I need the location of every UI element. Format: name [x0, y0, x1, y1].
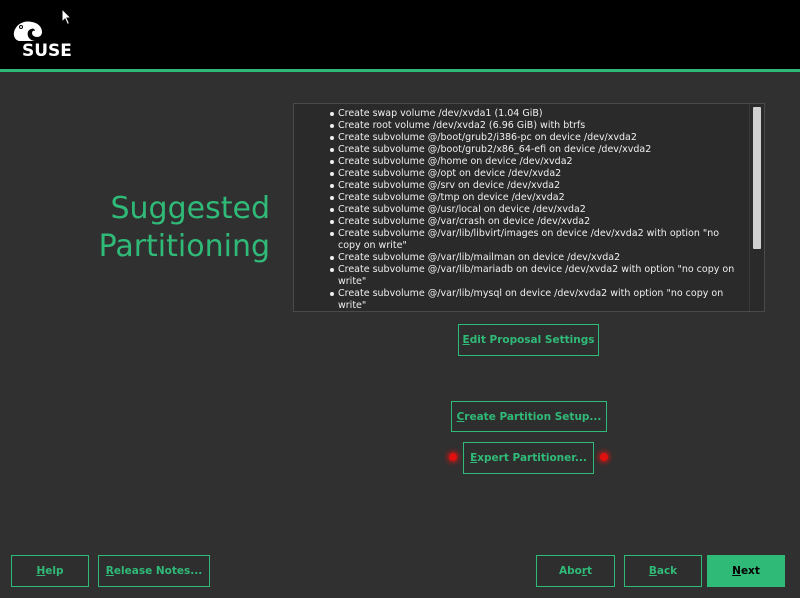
list-item: Create subvolume @/var/lib/libvirt/image…	[330, 228, 744, 252]
button-label: elease Notes...	[113, 565, 203, 577]
button-mnemonic: E	[470, 452, 478, 464]
button-label-prefix: Abo	[558, 565, 582, 577]
list-item: Create subvolume @/boot/grub2/i386-pc on…	[330, 132, 744, 144]
list-item: Create root volume /dev/xvda2 (6.96 GiB)…	[330, 120, 744, 132]
button-label: elp	[45, 565, 64, 577]
mouse-cursor-icon	[61, 8, 73, 26]
summary-scrollbar[interactable]	[749, 104, 764, 311]
release-notes-button[interactable]: Release Notes...	[98, 555, 210, 587]
button-label: t	[587, 565, 593, 577]
highlight-dot-right	[600, 453, 608, 461]
abort-button[interactable]: Abo r t	[536, 555, 615, 587]
page-title-line1: Suggested	[110, 191, 271, 226]
button-label: ext	[740, 565, 760, 577]
list-item: Create subvolume @/var/crash on device /…	[330, 216, 744, 228]
list-item: Create subvolume @/var/lib/mariadb on de…	[330, 264, 744, 288]
button-mnemonic: R	[105, 565, 114, 577]
help-button[interactable]: Help	[11, 555, 89, 587]
list-item: Create subvolume @/opt on device /dev/xv…	[330, 168, 744, 180]
button-label: xpert Partitioner...	[477, 452, 587, 464]
list-item: Create swap volume /dev/xvda1 (1.04 GiB)	[330, 108, 744, 120]
list-item: Create subvolume @/var/lib/mysql on devi…	[330, 288, 744, 311]
button-mnemonic: B	[648, 565, 657, 577]
list-item: Create subvolume @/tmp on device /dev/xv…	[330, 192, 744, 204]
list-item: Create subvolume @/var/lib/mailman on de…	[330, 252, 744, 264]
button-mnemonic: C	[456, 410, 465, 423]
page-title: Suggested Partitioning	[40, 190, 270, 266]
list-item: Create subvolume @/usr/local on device /…	[330, 204, 744, 216]
next-button[interactable]: Next	[707, 555, 785, 587]
back-button[interactable]: Back	[624, 555, 702, 587]
page-title-line2: Partitioning	[98, 229, 270, 264]
partition-summary[interactable]: Create swap volume /dev/xvda1 (1.04 GiB)…	[293, 103, 765, 312]
highlight-dot-left	[449, 453, 457, 461]
partition-summary-list: Create swap volume /dev/xvda1 (1.04 GiB)…	[294, 104, 764, 311]
scrollbar-thumb[interactable]	[753, 107, 761, 249]
button-mnemonic: E	[462, 334, 470, 346]
suse-logo: SUSE	[13, 21, 72, 58]
button-mnemonic: N	[732, 565, 741, 577]
top-banner: SUSE	[0, 0, 800, 69]
button-mnemonic: H	[36, 565, 46, 577]
list-item: Create subvolume @/boot/grub2/x86_64-efi…	[330, 144, 744, 156]
list-item: Create subvolume @/home on device /dev/x…	[330, 156, 744, 168]
button-label: reate Partition Setup...	[464, 410, 602, 423]
accent-divider	[0, 69, 800, 72]
brand-name: SUSE	[22, 41, 72, 58]
expert-partitioner-button[interactable]: Expert Partitioner...	[463, 442, 594, 474]
button-label: ack	[656, 565, 678, 577]
chameleon-icon	[13, 21, 42, 41]
list-item: Create subvolume @/srv on device /dev/xv…	[330, 180, 744, 192]
create-partition-setup-button[interactable]: Create Partition Setup...	[451, 401, 607, 432]
edit-proposal-settings-button[interactable]: Edit Proposal Settings	[458, 324, 599, 356]
button-label: dit Proposal Settings	[469, 334, 595, 346]
